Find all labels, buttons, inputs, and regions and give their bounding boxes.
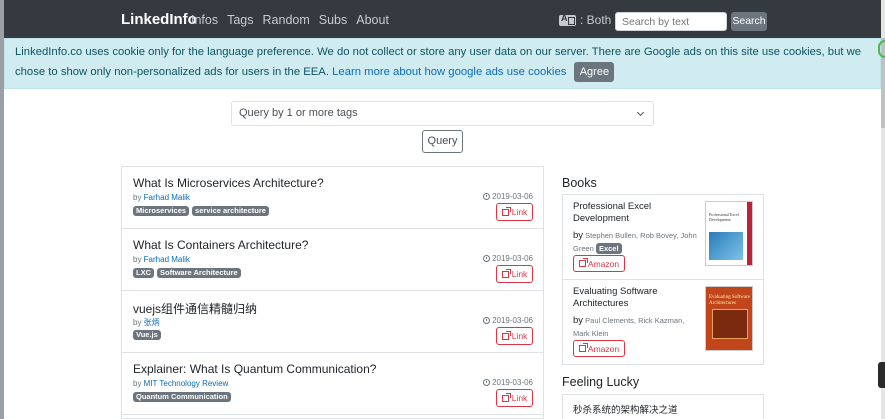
tag-badge[interactable]: LXC	[133, 268, 154, 278]
author-link[interactable]: 张炳	[144, 318, 160, 327]
search-input[interactable]	[615, 12, 727, 31]
book-cover-image: Professional Excel Development	[705, 201, 753, 266]
language-label: : Both	[580, 13, 612, 27]
nav-about[interactable]: About	[356, 13, 389, 27]
list-item: Explainer: What Is Quantum Communication…	[122, 353, 543, 415]
tag-badge[interactable]: Microservices	[133, 206, 190, 216]
item-tags: Quantum Communication	[133, 392, 231, 402]
feeling-lucky-card: 秒杀系统的架构解决之道	[562, 394, 764, 419]
item-tags: Vue.js	[133, 330, 161, 340]
external-link-icon	[501, 330, 511, 340]
info-list: What Is Microservices Architecture? by F…	[121, 166, 544, 419]
tag-badge[interactable]: Software Architecture	[157, 268, 241, 278]
books-heading: Books	[562, 176, 597, 190]
tag-badge[interactable]: Excel	[595, 243, 622, 254]
tag-badge[interactable]: Quantum Communication	[133, 392, 231, 402]
nav-links: Infos Tags Random Subs About	[191, 13, 389, 27]
tag-badge[interactable]: service architecture	[192, 206, 269, 216]
clock-icon	[483, 317, 491, 324]
author-link[interactable]: MIT Technology Review	[144, 379, 229, 388]
item-title[interactable]: Explainer: What Is Quantum Communication…	[133, 362, 376, 376]
feeling-lucky-heading: Feeling Lucky	[562, 375, 640, 389]
cookie-banner: LinkedInfo.co uses cookie only for the l…	[4, 38, 881, 89]
item-date: 2019-03-06	[483, 378, 533, 387]
tag-query-placeholder: Query by 1 or more tags	[239, 107, 358, 119]
agree-button[interactable]: Agree	[574, 62, 615, 83]
item-title[interactable]: What Is Containers Architecture?	[133, 238, 308, 252]
book-title: Professional Excel Development	[573, 201, 652, 224]
item-date: 2019-03-06	[483, 192, 533, 201]
amazon-button[interactable]: Amazon	[573, 340, 625, 357]
list-item: vuejs组件通信精髓归纳 by 张炳 Vue.js 2019-03-06 Li…	[122, 291, 543, 353]
nav-random[interactable]: Random	[263, 13, 310, 27]
search-button[interactable]: Search	[731, 12, 767, 31]
item-tags: Microservices service architecture	[133, 206, 269, 216]
clock-icon	[483, 379, 491, 386]
item-title[interactable]: vuejs组件通信精髓归纳	[133, 300, 257, 317]
tag-badge[interactable]: Vue.js	[133, 330, 161, 340]
book-authors: by Paul Clements, Rick Kazman, Mark Klei…	[573, 315, 685, 338]
item-author: by Farhad Malik	[133, 255, 190, 264]
list-item: What Is Microservices Architecture? by F…	[122, 167, 543, 229]
external-link-icon	[578, 343, 588, 352]
link-button[interactable]: Link	[496, 327, 533, 345]
item-title[interactable]: What Is Microservices Architecture?	[133, 176, 324, 190]
books-card: Professional Excel Development by Stephe…	[562, 194, 764, 365]
author-link[interactable]: Farhad Malik	[144, 193, 190, 202]
book-authors: by Stephen Bullen, Rob Bovey, John Green…	[573, 230, 697, 254]
link-button[interactable]: Link	[496, 265, 533, 283]
book-title: Evaluating Software Architectures	[573, 286, 658, 309]
author-link[interactable]: Farhad Malik	[144, 255, 190, 264]
nav-infos[interactable]: Infos	[191, 13, 218, 27]
book-item: Professional Excel Development by Stephe…	[563, 195, 763, 280]
book-item: Evaluating Software Architectures by Pau…	[563, 280, 763, 365]
clock-icon	[483, 255, 491, 262]
external-link-icon	[578, 258, 588, 267]
item-author: by Farhad Malik	[133, 193, 190, 202]
item-date: 2019-03-06	[483, 254, 533, 263]
translate-icon	[559, 13, 576, 26]
clock-icon	[483, 193, 491, 200]
external-link-icon	[501, 392, 511, 402]
cookie-learn-more-link[interactable]: Learn more about how google ads use cook…	[332, 66, 566, 78]
amazon-button[interactable]: Amazon	[573, 255, 625, 272]
side-widget	[878, 40, 885, 58]
query-button[interactable]: Query	[422, 130, 463, 153]
navbar: LinkedInfo Infos Tags Random Subs About …	[4, 0, 881, 38]
external-link-icon	[501, 206, 511, 216]
link-button[interactable]: Link	[496, 203, 533, 221]
nav-tags[interactable]: Tags	[227, 13, 253, 27]
external-link-icon	[501, 268, 511, 278]
chevron-down-icon	[636, 108, 645, 117]
nav-subs[interactable]: Subs	[319, 13, 348, 27]
side-panel-handle[interactable]	[878, 362, 885, 388]
item-author: by MIT Technology Review	[133, 379, 229, 388]
list-item: What Is Containers Architecture? by Farh…	[122, 229, 543, 291]
tag-query-select[interactable]: Query by 1 or more tags	[231, 101, 654, 126]
item-author: by 张炳	[133, 318, 160, 327]
book-cover-image: Evaluating Software Architectures	[705, 286, 753, 351]
lucky-item-link[interactable]: 秒杀系统的架构解决之道	[573, 405, 678, 416]
item-tags: LXC Software Architecture	[133, 268, 241, 278]
item-date: 2019-03-06	[483, 316, 533, 325]
language-toggle[interactable]: : Both	[559, 13, 611, 27]
link-button[interactable]: Link	[496, 389, 533, 407]
brand-logo[interactable]: LinkedInfo	[121, 11, 197, 28]
